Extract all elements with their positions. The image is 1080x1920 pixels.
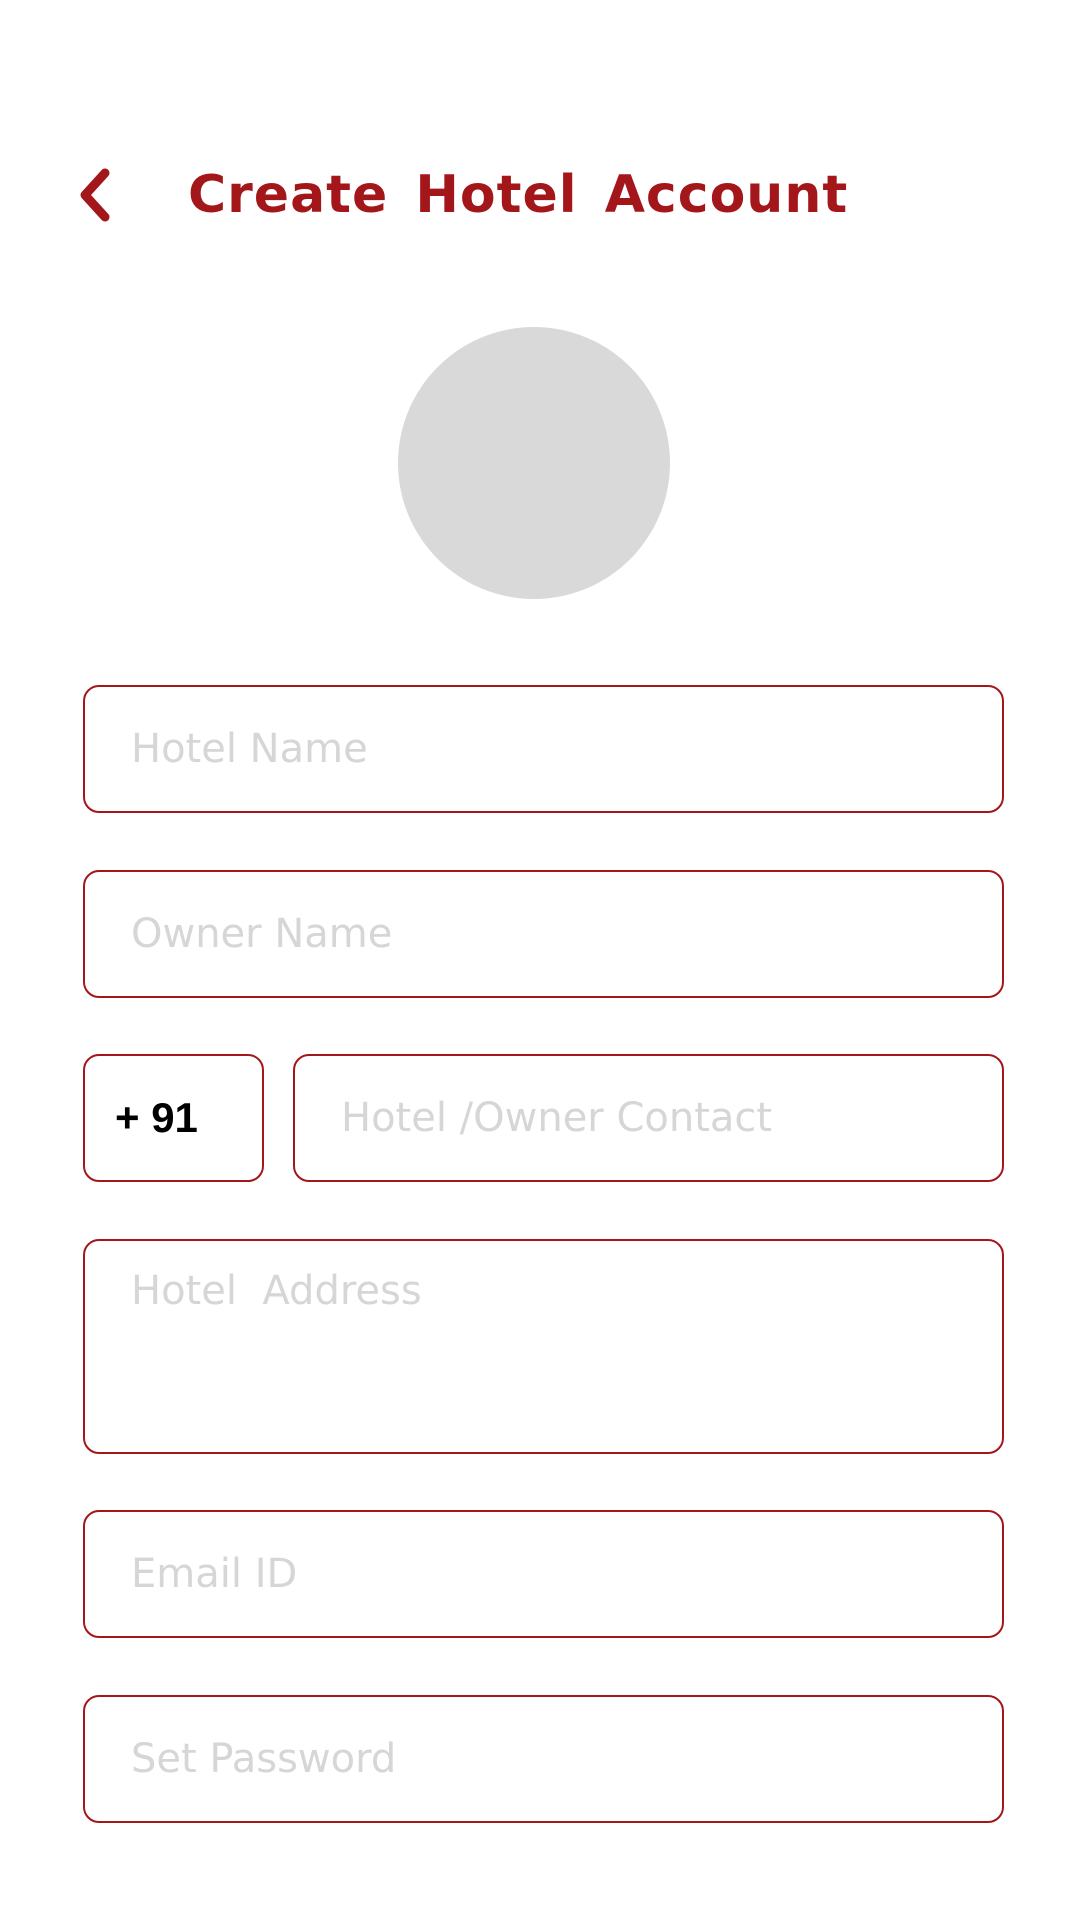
country-code-label: + 91 bbox=[115, 1094, 198, 1141]
country-code-selector[interactable]: + 91 bbox=[83, 1054, 264, 1182]
chevron-left-icon bbox=[80, 168, 110, 222]
header: Create Hotel Account bbox=[78, 160, 848, 230]
page-title: Create Hotel Account bbox=[188, 165, 849, 225]
hotel-name-input[interactable] bbox=[83, 685, 1004, 813]
back-button[interactable] bbox=[78, 160, 122, 230]
hotel-address-input[interactable] bbox=[83, 1239, 1004, 1454]
owner-name-input[interactable] bbox=[83, 870, 1004, 998]
hotel-photo-placeholder[interactable] bbox=[398, 327, 670, 599]
contact-number-input[interactable] bbox=[293, 1054, 1004, 1182]
email-input[interactable] bbox=[83, 1510, 1004, 1638]
create-hotel-account-screen: Create Hotel Account + 91 bbox=[0, 0, 1080, 1920]
password-input[interactable] bbox=[83, 1695, 1004, 1823]
